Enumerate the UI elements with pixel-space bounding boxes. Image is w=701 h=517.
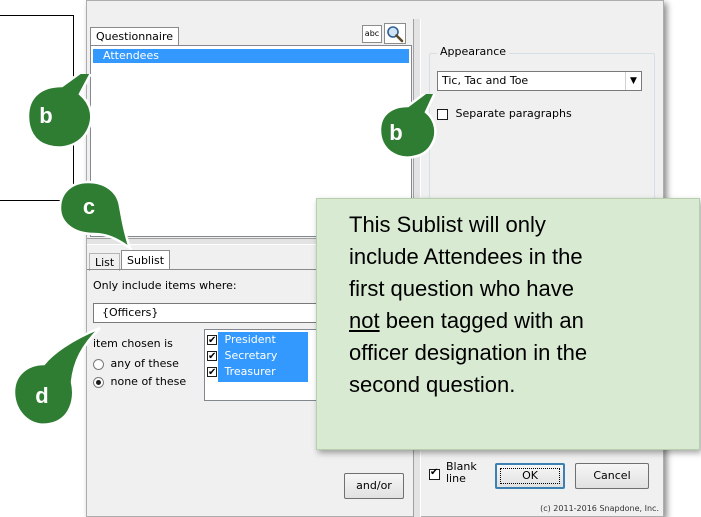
spell-check-button[interactable]: abc — [362, 25, 382, 43]
note-line-6: second question. — [349, 372, 516, 397]
copyright-text: (c) 2011-2016 Snapdone, Inc. — [540, 504, 659, 513]
note-line-4: not been tagged with an — [349, 305, 685, 337]
only-include-label: Only include items where: — [93, 279, 237, 292]
note-line-2: include Attendees in the — [349, 244, 583, 269]
blank-line-label-2: line — [446, 472, 466, 485]
sublist-field-value: {Officers} — [102, 306, 159, 319]
callout-b-right: b — [378, 81, 448, 164]
callout-b-left: b — [24, 58, 104, 154]
search-button[interactable] — [384, 23, 406, 44]
radio-any-of-these[interactable]: any of these — [93, 357, 179, 370]
option-treasurer-checkbox[interactable] — [207, 365, 217, 381]
chevron-down-icon: ▼ — [625, 72, 641, 90]
tab-sublist[interactable]: Sublist — [121, 250, 171, 269]
callout-d-letter: d — [35, 383, 49, 408]
callout-d-shape — [12, 326, 101, 426]
spell-check-label: abc — [364, 29, 380, 38]
tab-sublist-label: Sublist — [127, 254, 165, 267]
note-line-3: first question who have — [349, 276, 575, 301]
callout-c-letter: c — [82, 194, 96, 219]
list-item-attendees[interactable]: Attendees — [93, 49, 409, 63]
separate-paragraphs-label: Separate paragraphs — [455, 107, 572, 120]
and-or-label: and/or — [356, 479, 392, 492]
dropdown-value: Tic, Tac and Toe — [442, 74, 529, 87]
callout-c: c — [58, 180, 148, 252]
callout-d: d — [12, 324, 102, 434]
blank-line-checkbox[interactable] — [429, 467, 440, 480]
note-underlined-word: not — [349, 308, 380, 333]
cancel-label: Cancel — [593, 469, 631, 482]
search-icon — [387, 26, 404, 43]
and-or-button[interactable]: and/or — [344, 473, 404, 499]
cancel-button[interactable]: Cancel — [575, 463, 649, 489]
note-line-1: This Sublist will only — [349, 212, 546, 237]
tab-list-label: List — [95, 256, 115, 269]
tab-questionnaire[interactable]: Questionnaire — [90, 27, 180, 45]
option-treasurer[interactable]: Treasurer — [207, 364, 276, 381]
option-secretary-checkbox[interactable] — [207, 349, 217, 365]
blank-line-option[interactable]: Blank line — [429, 461, 477, 485]
separate-paragraphs-option[interactable]: Separate paragraphs — [437, 107, 572, 120]
callout-b-left-letter: b — [39, 103, 53, 128]
callout-b-right-letter: b — [389, 120, 403, 145]
radio-none-label: none of these — [110, 375, 187, 388]
radio-any-label: any of these — [110, 357, 179, 370]
option-president[interactable]: President — [207, 332, 276, 349]
focus-rect — [500, 468, 560, 484]
option-president-label: President — [224, 333, 276, 346]
ok-button[interactable]: OK — [495, 463, 565, 489]
option-president-checkbox[interactable] — [207, 333, 217, 349]
note-line-4-rest: been tagged with an — [379, 308, 584, 333]
explanation-note: This Sublist will only include Attendees… — [316, 198, 700, 450]
option-treasurer-label: Treasurer — [224, 365, 276, 378]
option-secretary-label: Secretary — [224, 349, 278, 362]
list-item-label: Attendees — [103, 49, 159, 62]
tab-questionnaire-label: Questionnaire — [96, 30, 174, 43]
note-line-5: officer designation in the — [349, 340, 588, 365]
appearance-style-dropdown[interactable]: Tic, Tac and Toe ▼ — [437, 71, 642, 91]
radio-none-of-these[interactable]: none of these — [93, 375, 186, 388]
appearance-legend: Appearance — [437, 45, 510, 58]
item-chosen-label: item chosen is — [93, 337, 173, 350]
option-secretary[interactable]: Secretary — [207, 348, 278, 365]
